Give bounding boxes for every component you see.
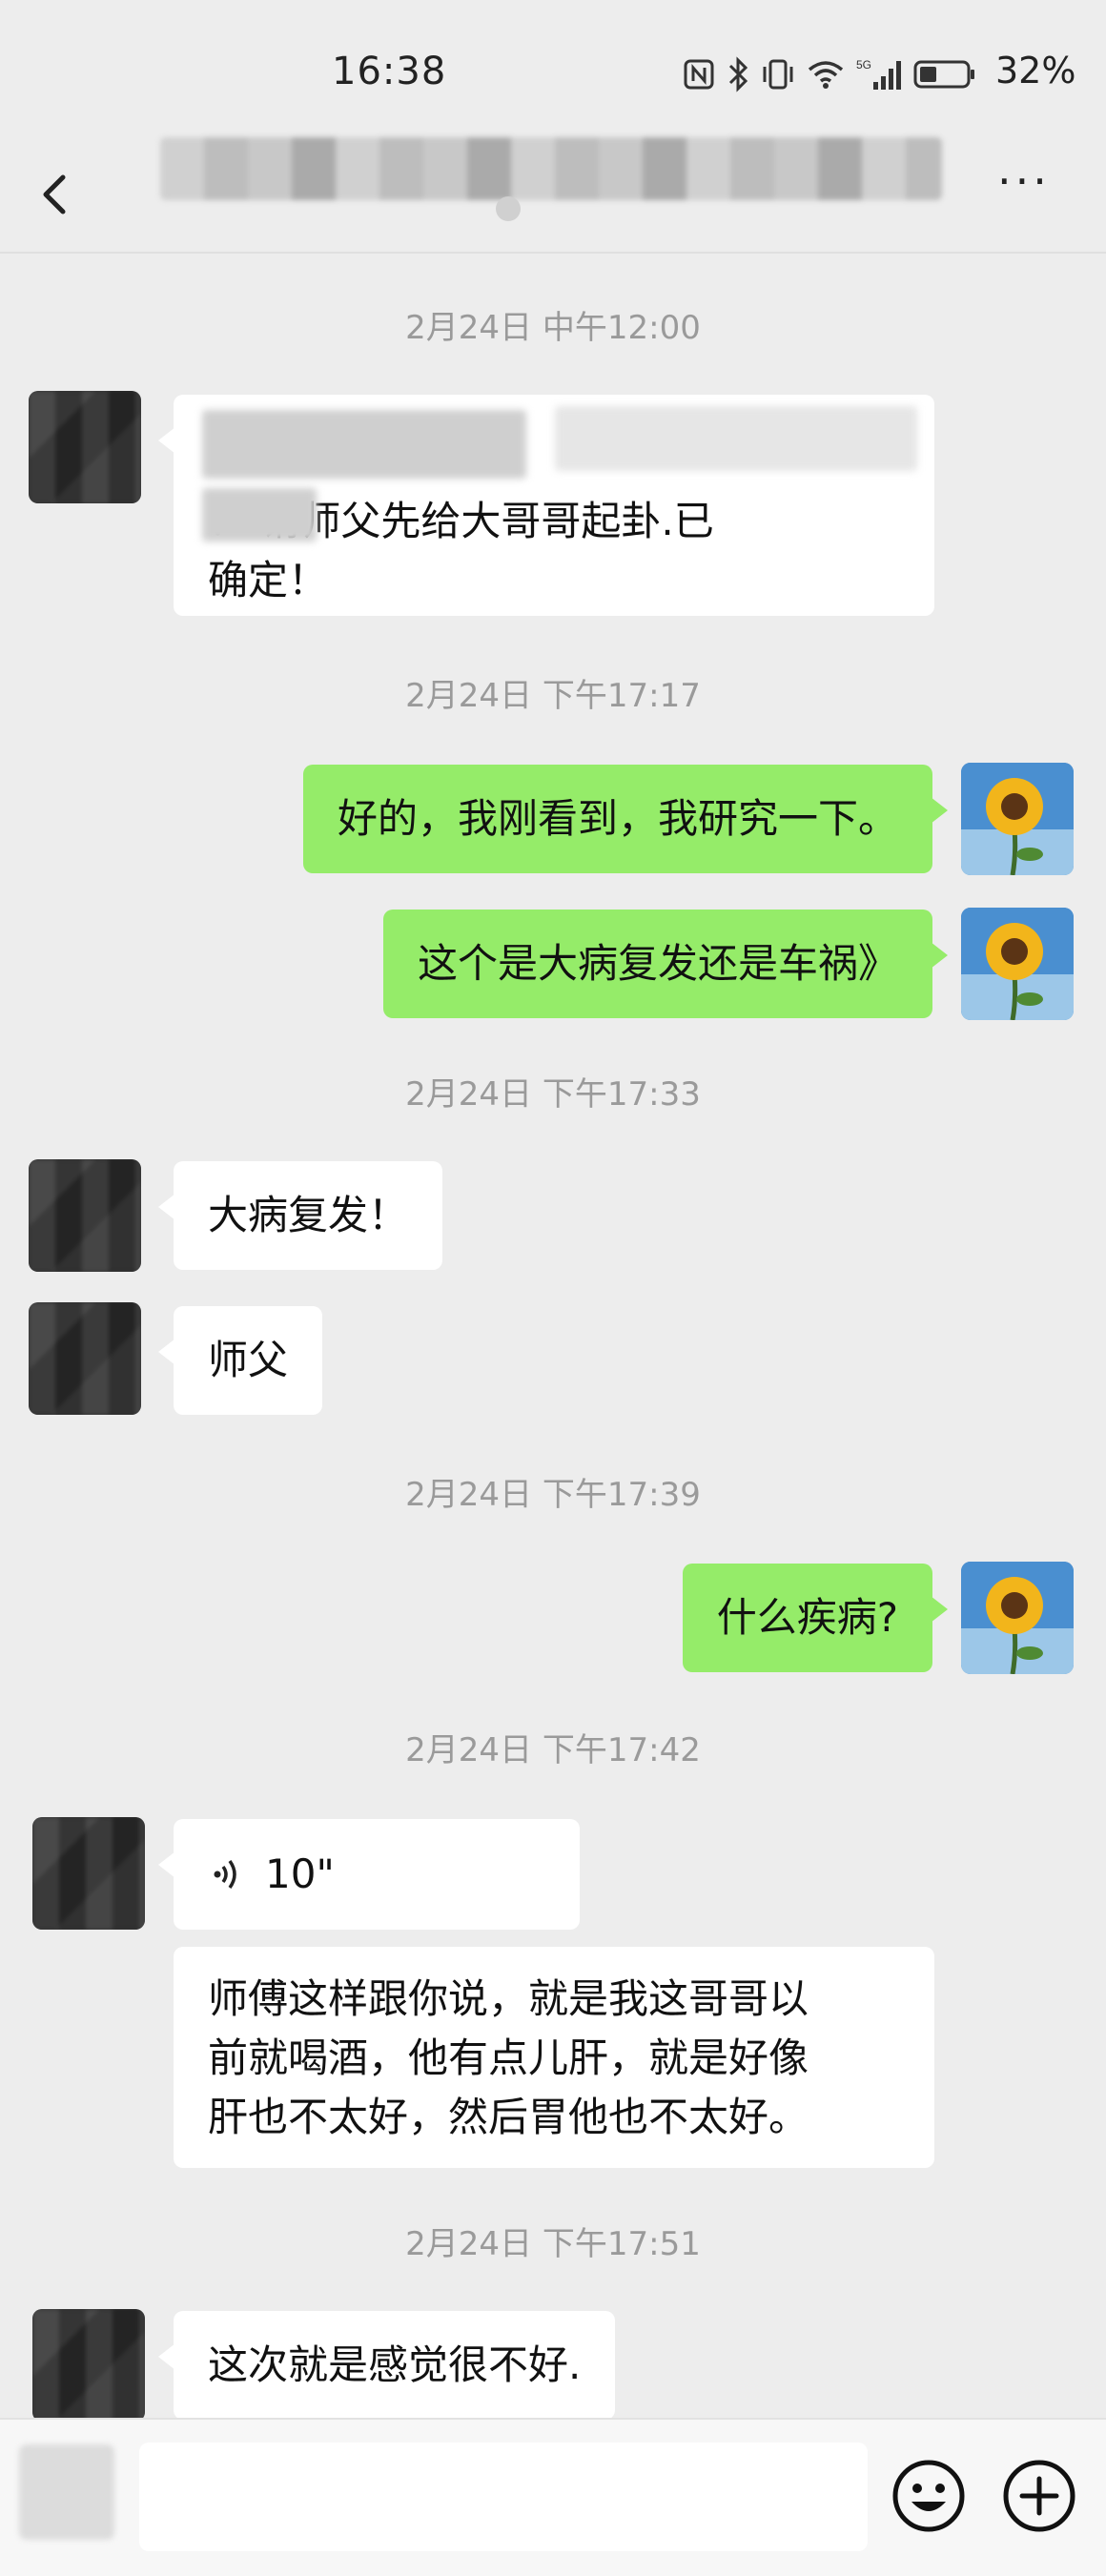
- message-bubble-incoming[interactable]: 师父: [157, 1306, 323, 1415]
- message-bubble-outgoing[interactable]: 这个是大病复发还是车祸》: [382, 910, 949, 1018]
- input-bar: [0, 2418, 1106, 2576]
- message-text: 这个是大病复发还是车祸》: [417, 940, 898, 987]
- nfc-icon: [684, 59, 714, 90]
- message-text: 肝也不太好，然后胃他也不太好。: [208, 2094, 809, 2140]
- message-bubble-incoming[interactable]: 这次就是感觉很不好.: [157, 2311, 616, 2418]
- bluetooth-icon: [728, 56, 748, 92]
- message-text: 大病复发！: [208, 1192, 409, 1238]
- timestamp: 2月24日 中午12:00: [405, 309, 701, 347]
- more-button[interactable]: ···: [997, 159, 1055, 210]
- avatar[interactable]: [29, 1302, 141, 1415]
- chat-messages[interactable]: 2月24日 中午12:00 ！ 请师父先给大哥哥起卦.已 确定！ 2月24日 下…: [0, 254, 1106, 2418]
- message-text: 前就喝酒，他有点儿肝，就是好像: [208, 2034, 809, 2081]
- status-dot-icon: [496, 196, 521, 221]
- message-text: 确定！: [208, 557, 329, 603]
- status-bar: 16:38 5G 32%: [0, 0, 1106, 143]
- emoji-smile-icon[interactable]: [891, 2458, 967, 2534]
- message-bubble-incoming[interactable]: 大病复发！: [157, 1161, 443, 1270]
- timestamp: 2月24日 下午17:17: [405, 677, 701, 715]
- redaction-blur: [202, 488, 317, 542]
- voice-input-toggle[interactable]: [19, 2444, 114, 2540]
- battery-percent: 32%: [995, 50, 1076, 92]
- status-time: 16:38: [332, 50, 447, 93]
- avatar[interactable]: [32, 1817, 145, 1930]
- contact-subtitle: [496, 196, 530, 221]
- contact-name-redacted: [160, 137, 942, 200]
- sunflower-icon: [961, 763, 1074, 875]
- sunflower-icon: [961, 1562, 1074, 1674]
- message-text: 什么疾病?: [716, 1594, 898, 1641]
- voice-wave-icon: [214, 1859, 236, 1890]
- message-bubble-incoming[interactable]: ！ 请师父先给大哥哥起卦.已 确定！: [158, 395, 934, 616]
- timestamp: 2月24日 下午17:51: [405, 2225, 701, 2263]
- voice-message-bubble[interactable]: 10": [158, 1819, 580, 1930]
- self-avatar[interactable]: [961, 1562, 1074, 1674]
- vibrate-icon: [763, 59, 793, 90]
- chat-header: ···: [0, 133, 1106, 254]
- voice-duration: 10": [265, 1850, 335, 1897]
- message-bubble-incoming[interactable]: 师傅这样跟你说，就是我这哥哥以 前就喝酒，他有点儿肝，就是好像 肝也不太好，然后…: [174, 1947, 934, 2168]
- redaction-blur: [555, 406, 917, 471]
- message-text: 师父: [208, 1337, 289, 1383]
- timestamp: 2月24日 下午17:42: [405, 1731, 701, 1769]
- self-avatar[interactable]: [961, 908, 1074, 1020]
- battery-icon: [913, 60, 974, 89]
- status-icons: 5G: [683, 53, 976, 95]
- timestamp: 2月24日 下午17:39: [405, 1476, 701, 1514]
- sunflower-icon: [961, 908, 1074, 1020]
- message-input[interactable]: [139, 2443, 868, 2551]
- message-text: 师傅这样跟你说，就是我这哥哥以: [208, 1975, 809, 2022]
- avatar[interactable]: [29, 391, 141, 503]
- avatar[interactable]: [32, 2309, 145, 2418]
- message-bubble-outgoing[interactable]: 什么疾病?: [682, 1564, 949, 1672]
- back-button[interactable]: [29, 158, 82, 231]
- signal-5g-icon: 5G: [856, 58, 901, 90]
- avatar[interactable]: [29, 1159, 141, 1272]
- message-text: 这次就是感觉很不好.: [208, 2341, 582, 2388]
- plus-circle-icon[interactable]: [1001, 2458, 1077, 2534]
- timestamp: 2月24日 下午17:33: [405, 1075, 701, 1114]
- message-bubble-outgoing[interactable]: 好的，我刚看到，我研究一下。: [302, 765, 949, 873]
- redaction-blur: [202, 410, 526, 479]
- self-avatar[interactable]: [961, 763, 1074, 875]
- message-text: 好的，我刚看到，我研究一下。: [337, 795, 898, 842]
- wifi-icon: [808, 61, 844, 89]
- svg-text:5G: 5G: [856, 58, 871, 72]
